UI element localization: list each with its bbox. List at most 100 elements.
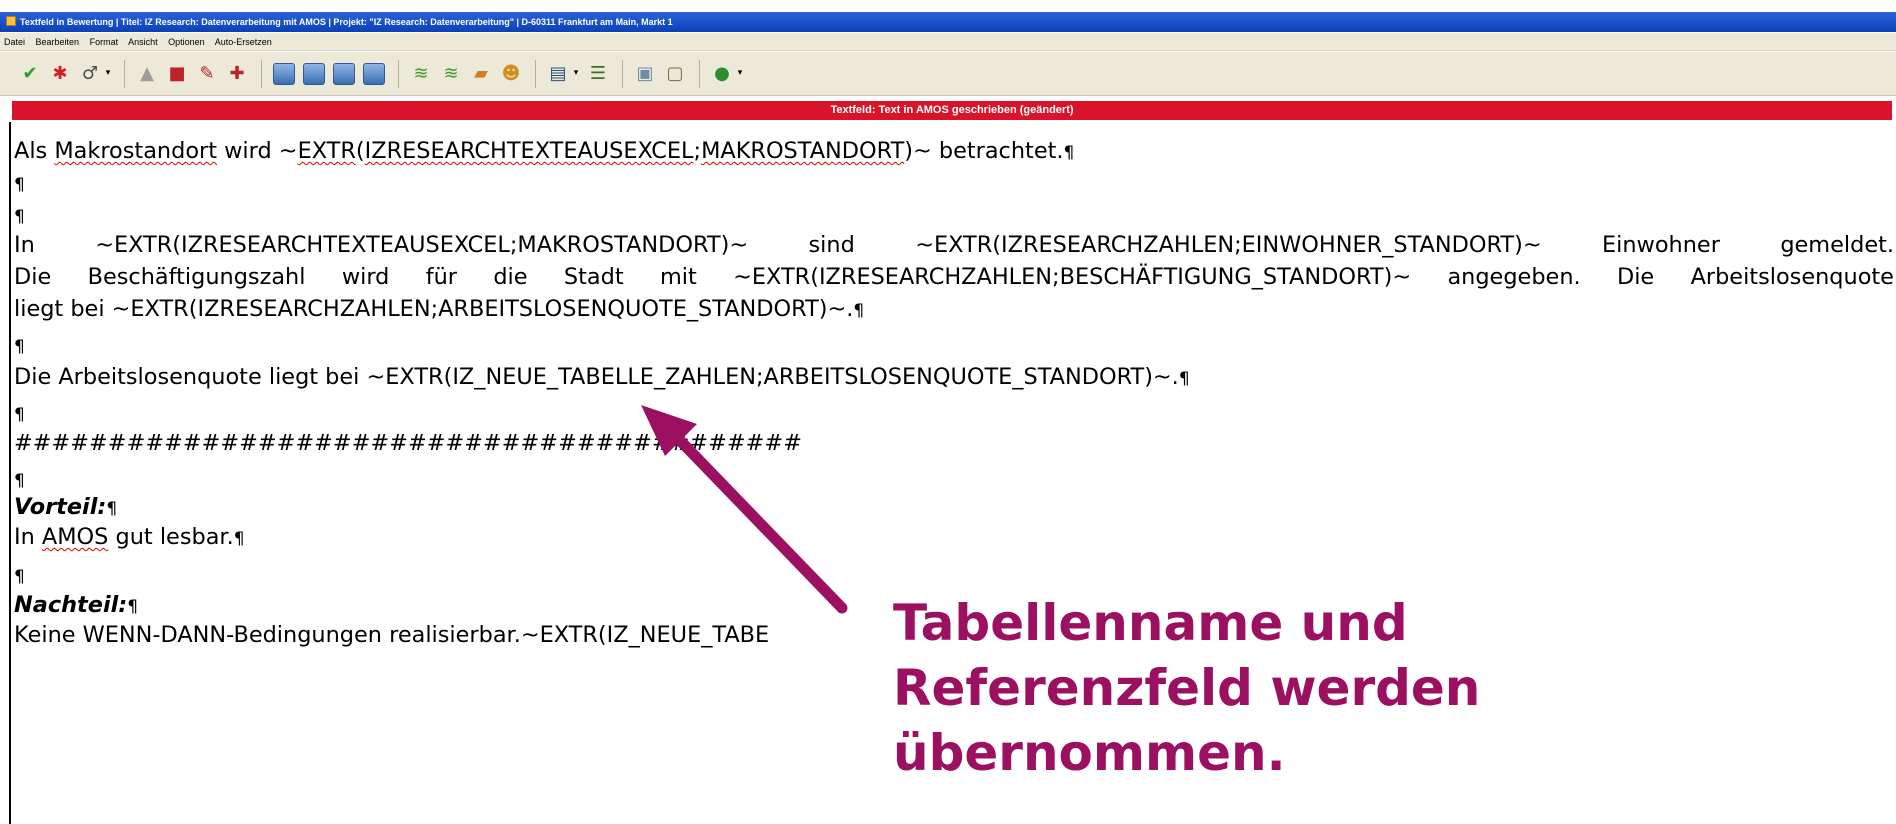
callout-line: übernommen. — [893, 724, 1286, 782]
chevron-down-icon[interactable]: ▾ — [736, 62, 744, 86]
stack3-icon[interactable]: ▰ — [469, 62, 493, 86]
callout-text: Tabellenname und Referenzfeld werden übe… — [893, 591, 1613, 786]
edit-icon[interactable]: ♂ — [78, 62, 102, 86]
pilcrow: ¶ — [127, 597, 139, 617]
pilcrow: ¶ — [1178, 369, 1190, 389]
book-icon[interactable]: ■ — [165, 62, 189, 86]
list-icon[interactable]: ☰ — [586, 62, 610, 86]
text-run: IZRESEARCHTEXTEAUSEXCEL — [364, 138, 694, 164]
chevron-down-icon[interactable]: ▾ — [572, 62, 580, 86]
pilcrow: ¶ — [1063, 143, 1075, 163]
toolbar-separator — [398, 59, 399, 88]
empty-line: ¶ — [14, 198, 25, 232]
text-run: Als — [14, 138, 55, 164]
word: Einwohner — [1601, 232, 1720, 258]
text-run: Die Arbeitslosenquote liegt bei ~EXTR(IZ… — [14, 364, 1179, 390]
toolbar-separator — [124, 59, 125, 88]
word: ~EXTR(IZRESEARCHZAHLEN;BESCHÄFTIGUNG_STA… — [733, 264, 1412, 290]
word: Arbeitslosenquote — [1690, 264, 1894, 290]
app-window: Textfeld in Bewertung | Titel: IZ Resear… — [0, 0, 1896, 824]
menu-optionen[interactable]: Optionen — [168, 37, 205, 47]
text-run: ; — [693, 138, 702, 164]
menu-format[interactable]: Format — [90, 37, 119, 47]
toolbar: ✔ ✱ ♂ ▾ ▲ ■ ✎ ✚ ≋ ≋ ▰ ☻ ▤ ▾ ☰ ▣ ▢ ● ▾ — [0, 52, 1896, 96]
word: wird — [341, 264, 390, 290]
nachteil-label: Nachteil: — [14, 592, 128, 618]
table-icon[interactable]: ▤ — [546, 62, 570, 86]
toolbar-separator — [622, 59, 623, 88]
hash-separator: ########################################… — [14, 430, 802, 456]
pilcrow: ¶ — [14, 471, 25, 491]
person-icon[interactable]: ☻ — [499, 62, 523, 86]
text-run: In — [14, 524, 42, 550]
menu-auto-ersetzen[interactable]: Auto-Ersetzen — [215, 37, 272, 47]
word: die — [493, 264, 528, 290]
word: In — [14, 232, 35, 258]
text-line: liegt bei ~EXTR(IZRESEARCHZAHLEN;ARBEITS… — [14, 292, 864, 326]
text-run: wird ~ — [217, 138, 298, 164]
word: ~EXTR(IZRESEARCHTEXTEAUSEXCEL;MAKROSTAND… — [95, 232, 749, 258]
pilcrow: ¶ — [14, 405, 25, 425]
text-line: Keine WENN-DANN-Bedingungen realisierbar… — [14, 618, 769, 652]
view3-icon[interactable] — [332, 62, 356, 86]
pilcrow: ¶ — [14, 207, 25, 227]
view2-icon[interactable] — [302, 62, 326, 86]
text-line: In AMOS gut lesbar.¶ — [14, 520, 245, 554]
text-run: MAKROSTANDORT — [701, 138, 905, 164]
doc-icon[interactable]: ▣ — [633, 62, 657, 86]
view1-icon[interactable] — [272, 62, 296, 86]
callout-line: Tabellenname und — [893, 594, 1408, 652]
text-run: ( — [355, 138, 365, 164]
text-line: In ~EXTR(IZRESEARCHTEXTEAUSEXCEL;MAKROST… — [14, 228, 1894, 262]
spell-icon[interactable]: ▲ — [135, 62, 159, 86]
pilcrow: ¶ — [14, 337, 25, 357]
menu-datei[interactable]: Datei — [4, 37, 25, 47]
word: mit — [659, 264, 697, 290]
cancel-icon[interactable]: ✱ — [48, 62, 72, 86]
menu-ansicht[interactable]: Ansicht — [128, 37, 158, 47]
help-icon[interactable]: ● — [710, 62, 734, 86]
callout-line: Referenzfeld werden — [893, 659, 1481, 717]
pen-icon[interactable]: ✎ — [195, 62, 219, 86]
empty-line: ¶ — [14, 558, 25, 592]
empty-line: ¶ — [14, 166, 25, 200]
word: Die — [14, 264, 52, 290]
text-line: ########################################… — [14, 426, 802, 460]
pilcrow: ¶ — [14, 175, 25, 195]
word: für — [425, 264, 457, 290]
toolbar-separator — [261, 59, 262, 88]
word: Beschäftigungszahl — [87, 264, 306, 290]
word: ~EXTR(IZRESEARCHZAHLEN;EINWOHNER_STANDOR… — [915, 232, 1542, 258]
app-icon — [6, 16, 16, 26]
word: gemeldet. — [1780, 232, 1894, 258]
title-bar: Textfeld in Bewertung | Titel: IZ Resear… — [0, 12, 1896, 32]
pilcrow: ¶ — [106, 499, 118, 519]
menu-bearbeiten[interactable]: Bearbeiten — [36, 37, 80, 47]
view4-icon[interactable] — [362, 62, 386, 86]
check-icon[interactable]: ✔ — [18, 62, 42, 86]
pilcrow: ¶ — [14, 567, 25, 587]
status-bar: Textfeld: Text in AMOS geschrieben (geän… — [12, 101, 1892, 120]
text-run: liegt bei ~EXTR(IZRESEARCHZAHLEN;ARBEITS… — [14, 296, 854, 322]
pilcrow: ¶ — [233, 529, 245, 549]
paste-icon[interactable]: ▢ — [663, 62, 687, 86]
format-icon[interactable]: ✚ — [225, 62, 249, 86]
text-run: EXTR — [297, 138, 356, 164]
vorteil-label: Vorteil: — [14, 494, 107, 520]
text-line: Vorteil:¶ — [14, 490, 117, 524]
word: Stadt — [563, 264, 624, 290]
stack2-icon[interactable]: ≋ — [439, 62, 463, 86]
word: sind — [808, 232, 855, 258]
text-line: Die Beschäftigungszahl wird für die Stad… — [14, 260, 1894, 294]
text-line: Nachteil:¶ — [14, 588, 138, 622]
window-title: Textfeld in Bewertung | Titel: IZ Resear… — [20, 17, 673, 27]
empty-line: ¶ — [14, 396, 25, 430]
text-run: AMOS — [41, 524, 109, 550]
text-run: Makrostandort — [54, 138, 217, 164]
word: angegeben. — [1447, 264, 1581, 290]
chevron-down-icon[interactable]: ▾ — [104, 62, 112, 86]
stack1-icon[interactable]: ≋ — [409, 62, 433, 86]
text-run: Keine WENN-DANN-Bedingungen realisierbar… — [14, 622, 770, 648]
text-run: gut lesbar. — [108, 524, 234, 550]
menu-bar: Datei Bearbeiten Format Ansicht Optionen… — [0, 33, 1896, 51]
